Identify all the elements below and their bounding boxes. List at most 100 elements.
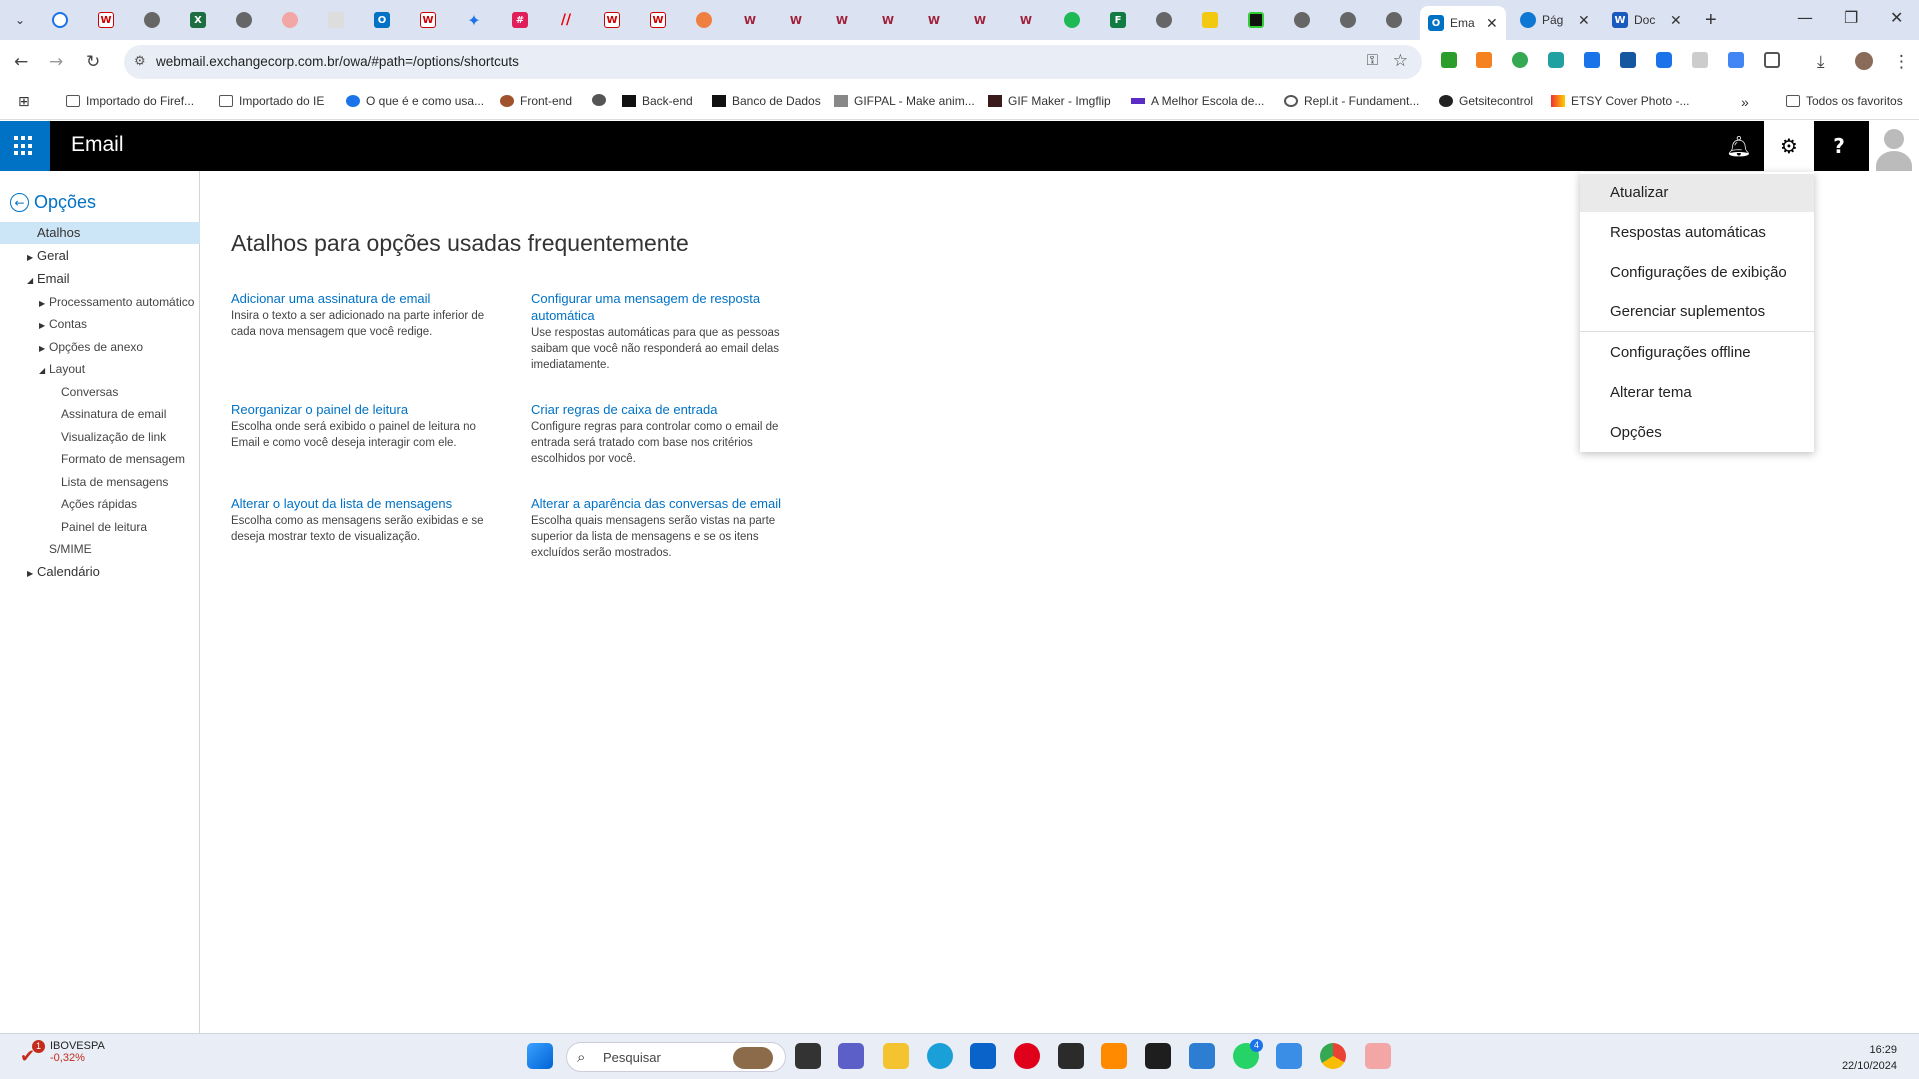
bookmark[interactable]: Front-end bbox=[500, 94, 572, 108]
menu-item-refresh[interactable]: Atualizar bbox=[1580, 174, 1814, 212]
tab[interactable]: W bbox=[408, 6, 448, 34]
tab[interactable] bbox=[1052, 6, 1092, 34]
help-button[interactable]: ? bbox=[1814, 121, 1864, 171]
teams-icon[interactable] bbox=[1365, 1043, 1391, 1069]
bookmark[interactable]: ETSY Cover Photo -... bbox=[1551, 94, 1690, 108]
menu-item-display-settings[interactable]: Configurações de exibição bbox=[1580, 254, 1814, 292]
extension-icon[interactable] bbox=[1512, 52, 1528, 68]
nav-item-link-preview[interactable]: Visualização de link bbox=[0, 426, 200, 448]
tab[interactable] bbox=[1374, 6, 1414, 34]
windows-start-icon[interactable] bbox=[527, 1043, 553, 1069]
site-info-icon[interactable]: ⚙ bbox=[134, 53, 146, 69]
tab[interactable]: W bbox=[730, 6, 770, 34]
sticky-notes-icon[interactable] bbox=[1058, 1043, 1084, 1069]
menu-item-automatic-replies[interactable]: Respostas automáticas bbox=[1580, 214, 1814, 252]
bookmark[interactable]: GIFPAL - Make anim... bbox=[834, 94, 975, 108]
nav-item-calendar[interactable]: ▶ Calendário bbox=[0, 561, 200, 583]
close-window-button[interactable]: ✕ bbox=[1890, 8, 1903, 27]
minimize-button[interactable]: — bbox=[1797, 8, 1813, 27]
back-to-mail-button[interactable]: ← Opções bbox=[10, 192, 96, 213]
close-icon[interactable]: ✕ bbox=[1670, 12, 1682, 29]
nav-item-email[interactable]: ◢ Email bbox=[0, 268, 200, 290]
bookmark-folder[interactable]: Importado do Firef... bbox=[66, 94, 194, 108]
tab[interactable]: W bbox=[960, 6, 1000, 34]
tab[interactable]: W bbox=[86, 6, 126, 34]
tab[interactable]: W bbox=[776, 6, 816, 34]
bookmark[interactable]: O que é e como usa... bbox=[346, 94, 484, 108]
tab[interactable]: W bbox=[914, 6, 954, 34]
tab[interactable]: // bbox=[546, 6, 586, 34]
file-explorer-icon[interactable] bbox=[883, 1043, 909, 1069]
nav-item-accounts[interactable]: ▶ Contas bbox=[0, 313, 200, 335]
bookmark[interactable]: GIF Maker - Imgflip bbox=[988, 94, 1111, 108]
bookmark[interactable] bbox=[592, 94, 612, 106]
bookmark[interactable]: Banco de Dados bbox=[712, 94, 821, 108]
sublime-text-icon[interactable] bbox=[1101, 1043, 1127, 1069]
tab[interactable]: F bbox=[1098, 6, 1138, 34]
tab-word[interactable]: W Doc ✕ bbox=[1604, 6, 1690, 34]
bookmark[interactable]: A Melhor Escola de... bbox=[1131, 94, 1264, 108]
stock-widget[interactable]: ✔ 1 IBOVESPA -0,32% bbox=[20, 1040, 105, 1067]
bookmark[interactable]: Back-end bbox=[622, 94, 693, 108]
menu-item-options[interactable]: Opções bbox=[1580, 414, 1814, 452]
reload-button[interactable]: ↻ bbox=[86, 52, 100, 72]
menu-item-manage-addins[interactable]: Gerenciar suplementos bbox=[1580, 293, 1814, 331]
user-avatar[interactable] bbox=[1869, 121, 1919, 171]
tab-email-active[interactable]: O Ema ✕ bbox=[1420, 6, 1506, 40]
close-icon[interactable]: ✕ bbox=[1486, 15, 1498, 32]
remote-desktop-icon[interactable] bbox=[1189, 1043, 1215, 1069]
nav-item-conversations[interactable]: Conversas bbox=[0, 381, 200, 403]
translate-icon[interactable] bbox=[1728, 52, 1744, 68]
menu-item-offline-settings[interactable]: Configurações offline bbox=[1580, 334, 1814, 372]
tab[interactable] bbox=[1144, 6, 1184, 34]
all-bookmarks-folder[interactable]: Todos os favoritos bbox=[1786, 94, 1903, 108]
menu-item-change-theme[interactable]: Alterar tema bbox=[1580, 374, 1814, 412]
new-tab-button[interactable]: + bbox=[1705, 9, 1717, 32]
dictionary-icon[interactable] bbox=[1620, 52, 1636, 68]
address-bar[interactable]: ⚙ webmail.exchangecorp.com.br/owa/#path=… bbox=[124, 45, 1422, 79]
tab[interactable]: O bbox=[362, 6, 402, 34]
terminal-icon[interactable] bbox=[1145, 1043, 1171, 1069]
tab[interactable]: W bbox=[822, 6, 862, 34]
url-text[interactable]: webmail.exchangecorp.com.br/owa/#path=/o… bbox=[156, 54, 519, 69]
shortcut-link[interactable]: Alterar a aparência das conversas de ema… bbox=[531, 495, 801, 512]
system-clock[interactable]: 16:29 22/10/2024 bbox=[1842, 1042, 1897, 1074]
teams-chat-icon[interactable] bbox=[838, 1043, 864, 1069]
tab[interactable] bbox=[1190, 6, 1230, 34]
nav-item-quick-actions[interactable]: Ações rápidas bbox=[0, 493, 200, 515]
shortcut-link[interactable]: Adicionar uma assinatura de email bbox=[231, 290, 501, 307]
nav-item-auto-processing[interactable]: ▶ Processamento automático bbox=[0, 291, 200, 313]
nav-item-attachment-options[interactable]: ▶ Opções de anexo bbox=[0, 336, 200, 358]
extension-flag-icon[interactable] bbox=[1441, 52, 1457, 68]
extension-icon[interactable] bbox=[1656, 52, 1672, 68]
opera-icon[interactable] bbox=[1014, 1043, 1040, 1069]
extension-icon[interactable] bbox=[1584, 52, 1600, 68]
tab[interactable]: W bbox=[1006, 6, 1046, 34]
extension-icon[interactable] bbox=[1692, 52, 1708, 68]
tab[interactable] bbox=[684, 6, 724, 34]
tab[interactable]: # bbox=[500, 6, 540, 34]
bookmark-folder[interactable]: Importado do IE bbox=[219, 94, 324, 108]
tab[interactable] bbox=[1282, 6, 1322, 34]
nav-item-email-signature[interactable]: Assinatura de email bbox=[0, 403, 200, 425]
tab-search-button[interactable]: ⌄ bbox=[0, 6, 40, 34]
photos-icon[interactable] bbox=[1276, 1043, 1302, 1069]
download-icon[interactable]: ⤓ bbox=[1817, 52, 1825, 72]
settings-gear-button[interactable]: ⚙ bbox=[1764, 121, 1814, 171]
shortcut-link[interactable]: Reorganizar o painel de leitura bbox=[231, 401, 501, 418]
profile-avatar[interactable] bbox=[1855, 52, 1873, 70]
nav-item-smime[interactable]: S/MIME bbox=[0, 538, 200, 560]
tab-onedrive[interactable]: Pág ✕ bbox=[1512, 6, 1598, 34]
tab[interactable] bbox=[1328, 6, 1368, 34]
tab[interactable]: ✦ bbox=[454, 6, 494, 34]
tab[interactable] bbox=[224, 6, 264, 34]
shortcut-link[interactable]: Criar regras de caixa de entrada bbox=[531, 401, 801, 418]
tab[interactable]: W bbox=[638, 6, 678, 34]
apps-grid-icon[interactable]: ⊞ bbox=[18, 94, 30, 110]
bookmark[interactable]: Getsitecontrol bbox=[1439, 94, 1533, 108]
nav-item-layout[interactable]: ◢ Layout bbox=[0, 358, 200, 380]
tab[interactable] bbox=[1236, 6, 1276, 34]
close-icon[interactable]: ✕ bbox=[1578, 12, 1590, 29]
tab[interactable]: W bbox=[592, 6, 632, 34]
edge-icon[interactable] bbox=[927, 1043, 953, 1069]
